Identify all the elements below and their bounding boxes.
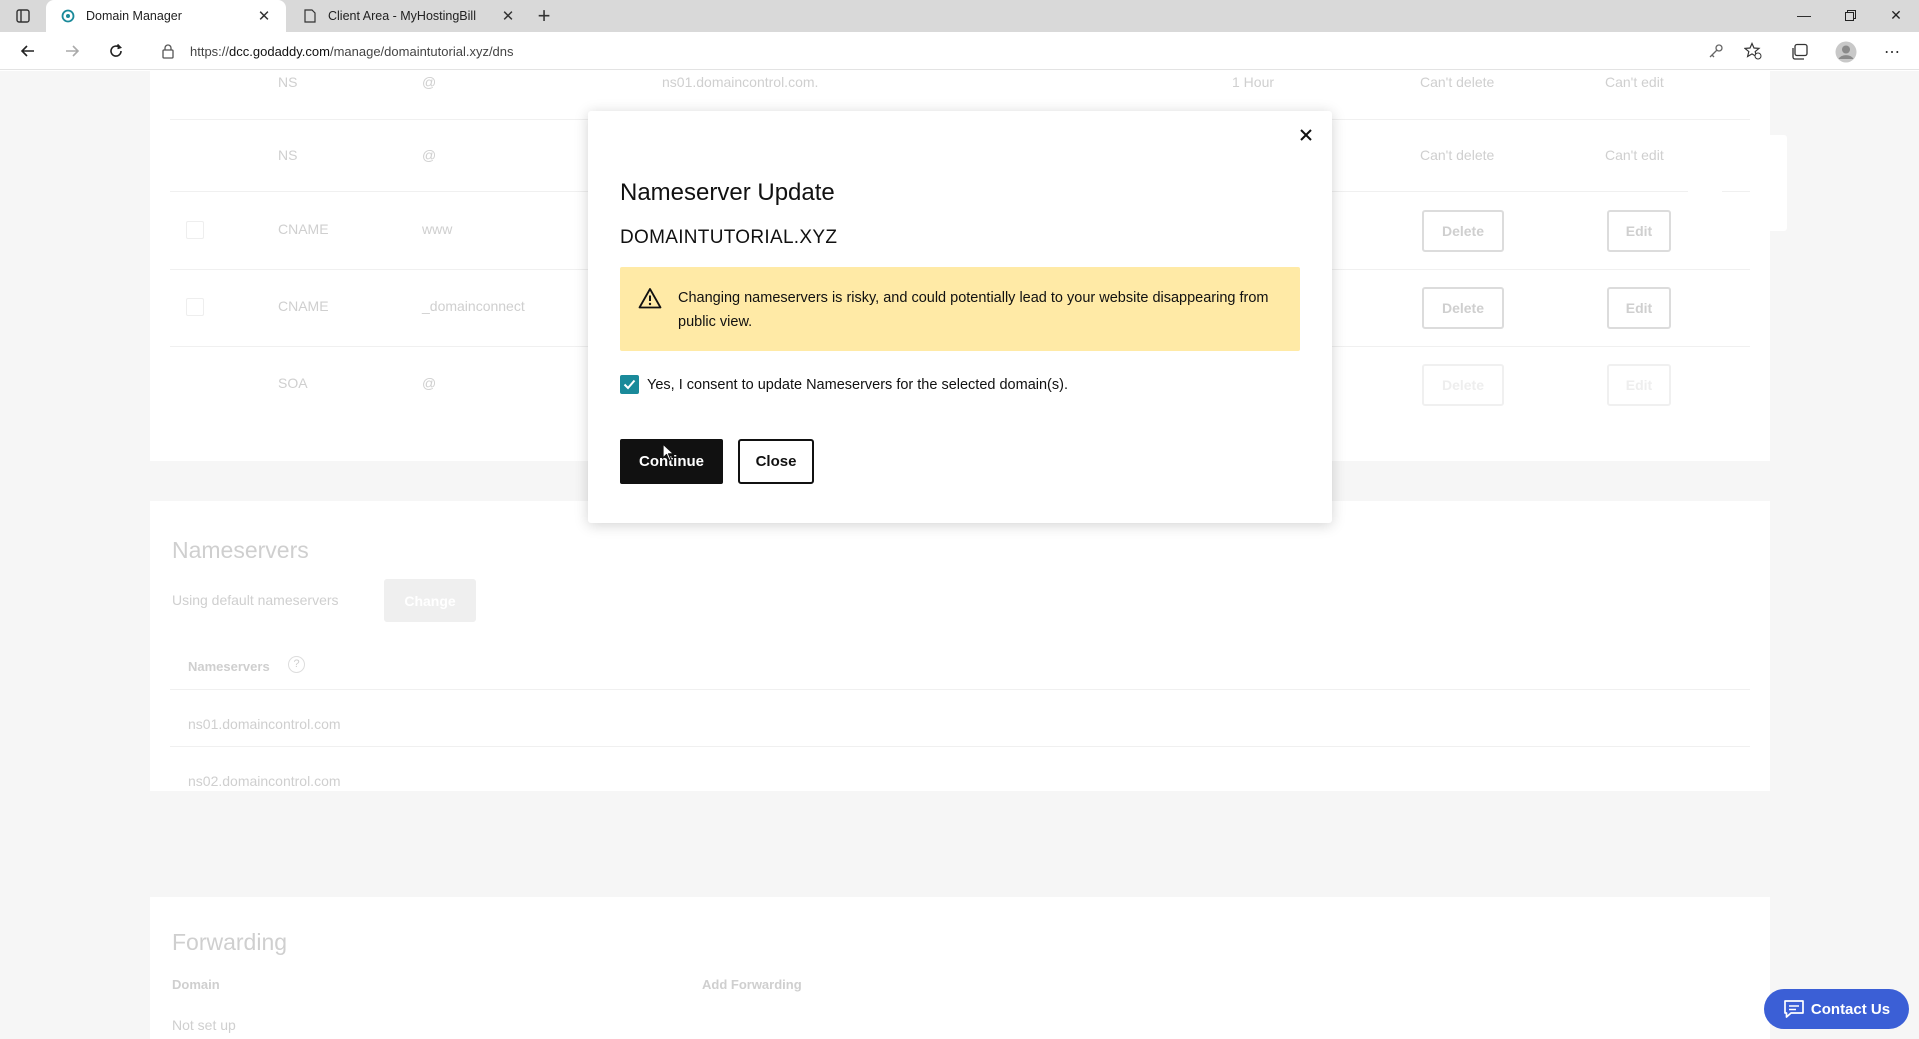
- restore-icon[interactable]: [1827, 0, 1873, 30]
- forward-icon[interactable]: [58, 37, 86, 65]
- warning-text: Changing nameservers is risky, and could…: [678, 290, 1269, 330]
- record-type: SOA: [278, 375, 308, 391]
- contact-us-button[interactable]: Contact Us: [1764, 989, 1909, 1029]
- tab-close-icon[interactable]: ✕: [500, 8, 516, 25]
- record-name: @: [422, 375, 437, 391]
- favorites-add-icon[interactable]: [1742, 40, 1764, 62]
- contact-us-label: Contact Us: [1810, 1000, 1891, 1018]
- record-name: @: [422, 147, 437, 163]
- forwarding-card: Forwarding Domain Add Forwarding Not set…: [150, 897, 1770, 1039]
- tab-domain-manager[interactable]: Domain Manager ✕: [46, 0, 286, 32]
- tab-title: Domain Manager: [86, 9, 182, 23]
- record-ttl: 1 Hour: [1232, 74, 1275, 90]
- tab-close-icon[interactable]: ✕: [256, 8, 272, 25]
- consent-checkbox[interactable]: [620, 375, 639, 394]
- back-icon[interactable]: [14, 37, 42, 65]
- delete-button[interactable]: Delete: [1422, 210, 1504, 252]
- record-type: NS: [278, 74, 298, 90]
- browser-toolbar: https://dcc.godaddy.com/manage/domaintut…: [0, 32, 1919, 70]
- profile-avatar-icon[interactable]: [1834, 40, 1858, 64]
- edit-button[interactable]: Edit: [1607, 210, 1671, 252]
- delete-button[interactable]: Delete: [1422, 364, 1504, 406]
- help-icon[interactable]: ?: [288, 656, 305, 673]
- close-button[interactable]: Close: [738, 439, 814, 484]
- edit-button[interactable]: Edit: [1607, 287, 1671, 329]
- refresh-icon[interactable]: [102, 37, 130, 65]
- nameserver-item: ns02.domaincontrol.com: [188, 773, 341, 789]
- forwarding-status: Not set up: [172, 1017, 236, 1033]
- change-nameservers-button[interactable]: Change: [384, 579, 476, 622]
- collections-icon[interactable]: [1788, 40, 1812, 64]
- row-checkbox[interactable]: [186, 298, 204, 316]
- nameserver-item: ns01.domaincontrol.com: [188, 716, 341, 732]
- chat-icon: [1784, 1000, 1804, 1018]
- row-divider: [170, 746, 1750, 747]
- edit-button[interactable]: Edit: [1607, 364, 1671, 406]
- record-delete: Can't delete: [1420, 74, 1495, 90]
- minimize-icon[interactable]: —: [1781, 0, 1827, 30]
- nameservers-status: Using default nameservers: [172, 592, 339, 608]
- nameserver-update-dialog: Nameserver Update DOMAINTUTORIAL.XYZ Cha…: [588, 111, 1332, 523]
- record-edit: Can't edit: [1605, 147, 1664, 163]
- url-text: https://dcc.godaddy.com/manage/domaintut…: [190, 43, 514, 59]
- tab-client-area[interactable]: Client Area - MyHostingBill ✕: [288, 0, 530, 32]
- page-icon: [302, 8, 318, 24]
- nameservers-column-label: Nameservers: [188, 659, 270, 674]
- record-type: NS: [278, 147, 298, 163]
- record-type: CNAME: [278, 298, 329, 314]
- warning-banner: Changing nameservers is risky, and could…: [620, 267, 1300, 351]
- new-tab-icon[interactable]: +: [532, 3, 556, 28]
- consent-row: Yes, I consent to update Nameservers for…: [620, 375, 1068, 394]
- side-panel-tab: [1688, 135, 1722, 231]
- nameservers-heading: Nameservers: [172, 537, 309, 563]
- side-panel-tab: [1753, 135, 1787, 231]
- domain-name: DOMAINTUTORIAL.XYZ: [620, 227, 838, 248]
- row-divider: [170, 689, 1750, 690]
- add-forwarding-link[interactable]: Add Forwarding: [702, 977, 802, 992]
- lock-icon: [162, 44, 174, 59]
- record-name: www: [422, 221, 453, 237]
- mouse-cursor-icon: [662, 443, 675, 462]
- consent-label: Yes, I consent to update Nameservers for…: [647, 376, 1068, 393]
- record-type: CNAME: [278, 221, 329, 237]
- browser-tabstrip: Domain Manager ✕ Client Area - MyHosting…: [0, 0, 1919, 32]
- forwarding-heading: Forwarding: [172, 929, 288, 955]
- close-icon[interactable]: [1294, 123, 1318, 147]
- record-name: _domainconnect: [422, 298, 525, 314]
- record-value: ns01.domaincontrol.com.: [662, 74, 819, 90]
- record-delete: Can't delete: [1420, 147, 1495, 163]
- tab-title: Client Area - MyHostingBill: [328, 9, 476, 23]
- window-close-icon[interactable]: ✕: [1873, 0, 1919, 30]
- record-edit: Can't edit: [1605, 74, 1664, 90]
- record-name: @: [422, 74, 437, 90]
- more-menu-icon[interactable]: ⋯: [1880, 40, 1904, 64]
- delete-button[interactable]: Delete: [1422, 287, 1504, 329]
- tab-actions-icon[interactable]: [12, 6, 34, 26]
- godaddy-icon: [60, 8, 76, 24]
- row-checkbox[interactable]: [186, 221, 204, 239]
- nameservers-card: Nameservers Using default nameservers Ch…: [150, 501, 1770, 791]
- dialog-title: Nameserver Update: [620, 179, 835, 206]
- forwarding-domain-label: Domain: [172, 977, 220, 992]
- warning-icon: [638, 288, 662, 309]
- address-bar[interactable]: https://dcc.godaddy.com/manage/domaintut…: [146, 35, 1774, 67]
- key-icon[interactable]: [1705, 40, 1727, 62]
